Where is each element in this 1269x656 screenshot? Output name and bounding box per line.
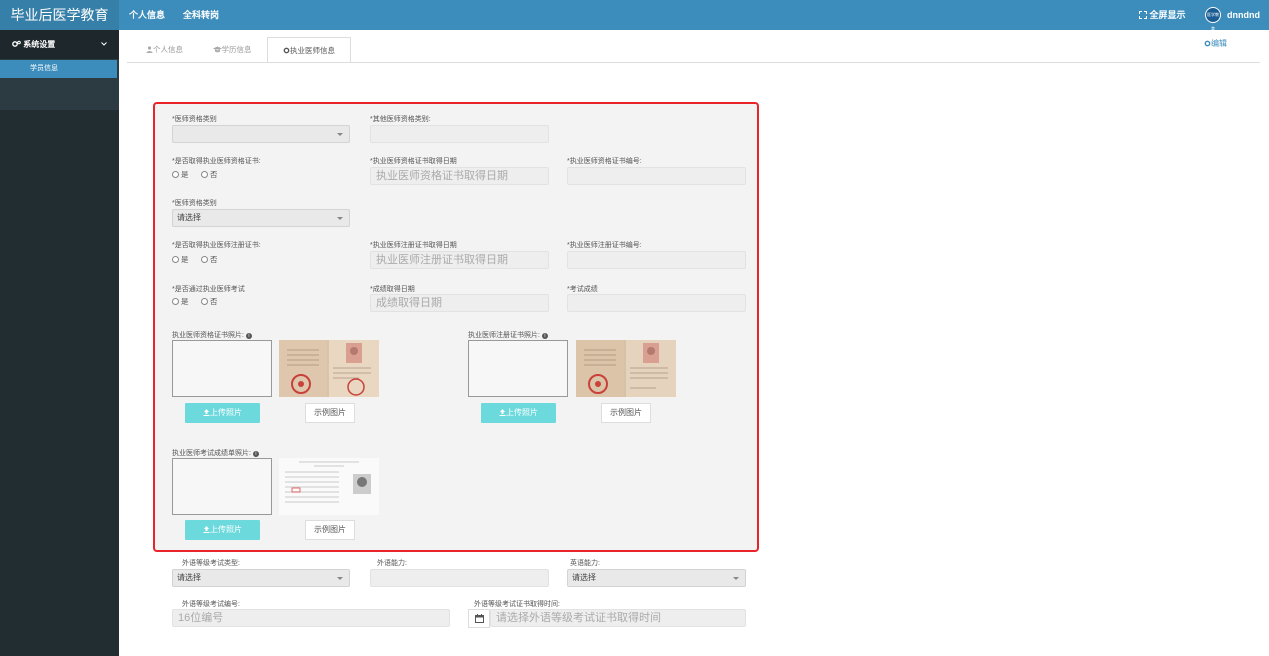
- score-date-input[interactable]: 成绩取得日期: [370, 294, 549, 312]
- tab-personal-info[interactable]: 个人信息: [127, 37, 202, 63]
- upload-icon: [203, 409, 210, 416]
- reg-example-image: [576, 340, 676, 397]
- chevron-down-icon: [337, 217, 343, 220]
- nav-general-practice[interactable]: 全科转岗: [183, 0, 219, 30]
- en-ability-label: 英语能力:: [570, 560, 600, 567]
- fl-no-input[interactable]: 16位编号: [172, 609, 450, 627]
- score-photo-label: 执业医师考试成绩单照片: i: [172, 448, 259, 458]
- cert-example-button[interactable]: 示例图片: [305, 403, 355, 423]
- fullscreen-button[interactable]: 全屏显示: [1139, 0, 1186, 30]
- avatar[interactable]: 医学教育: [1205, 7, 1221, 31]
- cert-upload-button[interactable]: 上传照片: [185, 403, 260, 423]
- en-ability-select[interactable]: 请选择: [567, 569, 746, 587]
- cert-example-image: [279, 340, 379, 397]
- reg-obtained-label: *是否取得执业医师注册证书:: [172, 242, 261, 249]
- info-icon: i: [252, 451, 259, 457]
- cert-obtained-no[interactable]: 否: [201, 169, 218, 180]
- cert-photo-preview: [172, 340, 272, 397]
- chevron-down-icon: [101, 42, 107, 46]
- score-example-button[interactable]: 示例图片: [305, 520, 355, 540]
- cert-date-label: *执业医师资格证书取得日期: [370, 158, 457, 165]
- gear-icon: [283, 47, 290, 54]
- sidebar-menu-system-settings[interactable]: 系统设置: [0, 30, 119, 59]
- reg-example-button[interactable]: 示例图片: [601, 403, 651, 423]
- edit-button[interactable]: 编辑: [1204, 38, 1227, 49]
- calendar-icon: [475, 614, 484, 623]
- nav-personal-info[interactable]: 个人信息: [129, 0, 165, 30]
- fl-type-label: 外语等级考试类型:: [182, 560, 240, 567]
- tab-physician-info[interactable]: 执业医师信息: [267, 37, 351, 63]
- cert-obtained-label: *是否取得执业医师资格证书:: [172, 158, 261, 165]
- sidebar-header-label: 系统设置: [23, 40, 56, 49]
- graduation-cap-icon: [212, 46, 222, 53]
- reg-photo-label: 执业医师注册证书照片: i: [468, 330, 548, 340]
- upload-icon: [499, 409, 506, 416]
- other-qual-input[interactable]: [370, 125, 549, 143]
- sidebar-submenu: 学员信息: [0, 59, 119, 110]
- tab-label: 学历信息: [221, 45, 252, 54]
- reg-no-input[interactable]: [567, 251, 746, 269]
- tab-label: 执业医师信息: [290, 46, 335, 55]
- tab-label: 个人信息: [153, 45, 183, 54]
- reg-date-label: *执业医师注册证书取得日期: [370, 242, 457, 249]
- reg-upload-button[interactable]: 上传照片: [481, 403, 556, 423]
- qual-type2-select[interactable]: 请选择: [172, 209, 350, 227]
- info-icon: i: [245, 333, 252, 339]
- fl-type-select[interactable]: 请选择: [172, 569, 350, 587]
- score-example-image: [279, 458, 379, 515]
- exam-passed-yes[interactable]: 是: [172, 296, 189, 307]
- reg-no-label: *执业医师注册证书编号:: [567, 242, 642, 249]
- score-photo-preview: [172, 458, 272, 515]
- cert-obtained-yes[interactable]: 是: [172, 169, 189, 180]
- qual-type-select[interactable]: [172, 125, 350, 143]
- edit-label: 编辑: [1211, 39, 1227, 48]
- score-input[interactable]: [567, 294, 746, 312]
- reg-obtained-yes[interactable]: 是: [172, 254, 189, 265]
- qual-type2-label: *医师资格类别: [172, 200, 217, 207]
- tab-divider: [127, 62, 1260, 63]
- exam-passed-label: *是否通过执业医师考试: [172, 286, 245, 293]
- tab-education-info[interactable]: 学历信息: [196, 37, 268, 63]
- exam-passed-no[interactable]: 否: [201, 296, 218, 307]
- fl-date-label: 外语等级考试证书取得时间:: [474, 601, 560, 608]
- fl-ability-input[interactable]: [370, 569, 549, 587]
- gears-icon: [12, 40, 21, 47]
- score-label: *考试成绩: [567, 286, 598, 293]
- username[interactable]: dnndnd: [1227, 0, 1260, 30]
- cert-no-label: *执业医师资格证书编号:: [567, 158, 642, 165]
- score-date-label: *成绩取得日期: [370, 286, 415, 293]
- expand-icon: [1139, 11, 1147, 19]
- reg-photo-preview: [468, 340, 568, 397]
- sidebar-item-student-info[interactable]: 学员信息: [0, 60, 117, 78]
- chevron-down-icon: [733, 577, 739, 580]
- cert-no-input[interactable]: [567, 167, 746, 185]
- fl-date-input[interactable]: 请选择外语等级考试证书取得时间: [490, 609, 746, 627]
- reg-date-input[interactable]: 执业医师注册证书取得日期: [370, 251, 549, 269]
- cert-photo-label: 执业医师资格证书照片: i: [172, 330, 252, 340]
- calendar-button[interactable]: [468, 609, 490, 628]
- reg-obtained-no[interactable]: 否: [201, 254, 218, 265]
- qual-type-label: *医师资格类别: [172, 116, 217, 123]
- chevron-down-icon: [337, 577, 343, 580]
- cert-date-input[interactable]: 执业医师资格证书取得日期: [370, 167, 549, 185]
- sidebar: 系统设置 学员信息: [0, 30, 119, 656]
- fl-no-label: 外语等级考试编号:: [182, 601, 240, 608]
- info-icon: i: [541, 333, 548, 339]
- fullscreen-label: 全屏显示: [1149, 10, 1186, 20]
- chevron-down-icon: [337, 133, 343, 136]
- gear-icon: [1204, 40, 1211, 47]
- app-brand[interactable]: 毕业后医学教育: [0, 0, 119, 30]
- score-upload-button[interactable]: 上传照片: [185, 520, 260, 540]
- other-qual-label: *其他医师资格类别:: [370, 116, 431, 123]
- fl-ability-label: 外语能力:: [377, 560, 407, 567]
- upload-icon: [203, 526, 210, 533]
- user-icon: [146, 46, 153, 53]
